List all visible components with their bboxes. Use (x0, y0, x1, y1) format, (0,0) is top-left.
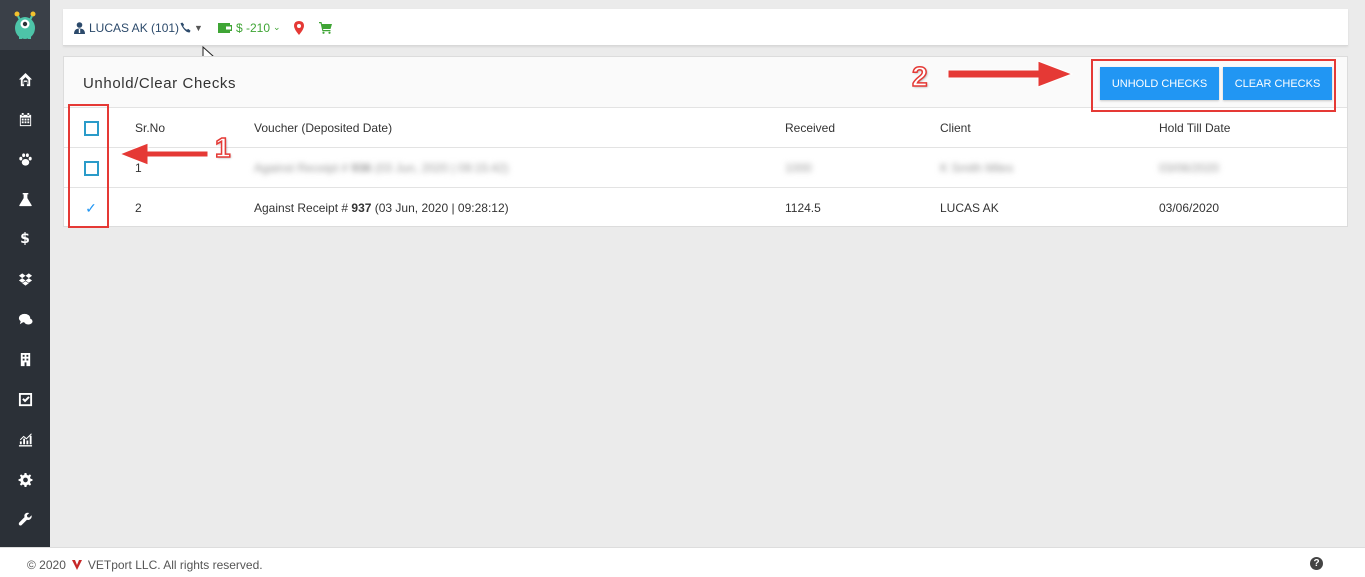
sidebar-item-calendar[interactable] (0, 99, 50, 139)
chart-icon (18, 432, 32, 447)
sidebar-item-inventory[interactable] (0, 259, 50, 299)
row-voucher: Against Receipt # 937 (03 Jun, 2020 | 09… (254, 188, 509, 228)
paw-icon (18, 152, 32, 166)
sidebar-item-tasks[interactable] (0, 379, 50, 419)
column-header-client: Client (940, 121, 971, 135)
checkbox-icon (18, 392, 32, 406)
sidebar-item-reports[interactable] (0, 419, 50, 459)
column-header-voucher: Voucher (Deposited Date) (254, 121, 393, 135)
home-icon (18, 72, 32, 86)
row-received: 1124.5 (785, 201, 821, 215)
buttons-highlight-box: UNHOLD CHECKS CLEAR CHECKS (1091, 59, 1336, 112)
vetport-logo-icon (71, 560, 82, 570)
flask-icon (18, 192, 32, 206)
current-user-menu[interactable]: LUCAS AK (101) (74, 9, 179, 46)
cart-icon (319, 21, 332, 34)
voucher-prefix: Against Receipt # (254, 201, 352, 215)
row-hold-till-date: 03/06/2020 (1159, 201, 1220, 215)
sidebar-item-messages[interactable] (0, 299, 50, 339)
chat-icon (18, 313, 33, 324)
sidebar-item-settings[interactable] (0, 459, 50, 499)
voucher-date: (03 Jun, 2020 | 09:15:42) (371, 161, 509, 175)
wallet-balance-menu[interactable]: $ -210 ⌄ (218, 9, 281, 46)
wallet-balance-label: $ -210 (236, 20, 271, 35)
copyright-year: © 2020 (27, 558, 66, 572)
clear-checks-button[interactable]: CLEAR CHECKS (1223, 67, 1332, 100)
cart-button[interactable] (319, 9, 332, 46)
annotation-step-2: 2 (911, 60, 928, 93)
user-icon (74, 21, 85, 34)
sidebar-item-patients[interactable] (0, 139, 50, 179)
chevron-down-icon: ⌄ (273, 22, 281, 32)
chevron-down-icon: ▼ (194, 22, 203, 33)
annotation-step-1: 1 (214, 131, 231, 164)
copyright: © 2020 VETport LLC. All rights reserved. (27, 558, 263, 572)
unhold-checks-button[interactable]: UNHOLD CHECKS (1100, 67, 1219, 100)
phone-icon (180, 22, 191, 33)
row-voucher: Against Receipt # 936 (03 Jun, 2020 | 09… (254, 148, 509, 188)
dollar-icon: $ (20, 231, 30, 247)
checkbox-column-highlight-box (68, 104, 109, 228)
row-received: 1000 (785, 161, 812, 175)
table-row: 1 Against Receipt # 936 (03 Jun, 2020 | … (64, 148, 1347, 188)
sidebar-item-tools[interactable] (0, 499, 50, 539)
dropbox-icon (18, 272, 32, 286)
voucher-number: 937 (351, 201, 372, 215)
sidebar-item-clinic[interactable] (0, 339, 50, 379)
column-header-received: Received (785, 121, 836, 135)
help-icon[interactable]: ? (1310, 557, 1323, 570)
map-pin-icon (294, 20, 304, 35)
row-client: K Smith Miles (940, 161, 1014, 175)
phone-menu[interactable]: ▼ (180, 9, 203, 46)
calendar-icon (19, 112, 31, 126)
building-icon (20, 352, 30, 366)
sidebar-item-lab[interactable] (0, 179, 50, 219)
sidebar-item-home[interactable] (0, 59, 50, 99)
top-bar: LUCAS AK (101) ▼ $ -210 ⌄ (63, 9, 1348, 46)
sidebar-item-billing[interactable]: $ (0, 219, 50, 259)
annotation-arrow-right-icon (947, 60, 1074, 88)
table-row: ✓ 2 Against Receipt # 937 (03 Jun, 2020 … (64, 188, 1347, 228)
column-header-hold-till-date: Hold Till Date (1159, 121, 1231, 135)
monster-logo-icon (14, 11, 36, 39)
wallet-icon (218, 23, 232, 33)
copyright-owner: VETport LLC. All rights reserved. (87, 558, 263, 572)
location-button[interactable] (294, 9, 304, 46)
annotation-arrow-left-icon (118, 142, 209, 166)
voucher-number: 936 (351, 161, 372, 175)
sidebar: $ (0, 0, 50, 547)
wrench-icon (18, 512, 32, 526)
row-sr: 2 (135, 201, 142, 215)
app-logo[interactable] (0, 0, 50, 50)
voucher-date: (03 Jun, 2020 | 09:28:12) (371, 201, 509, 215)
voucher-prefix: Against Receipt # (254, 161, 352, 175)
page-title: Unhold/Clear Checks (83, 75, 237, 92)
current-user-label: LUCAS AK (101) (89, 20, 180, 35)
row-hold-till-date: 03/06/2020 (1159, 161, 1220, 175)
unhold-clear-checks-panel: Unhold/Clear Checks UNHOLD CHECKS CLEAR … (63, 56, 1348, 227)
footer: © 2020 VETport LLC. All rights reserved.… (0, 547, 1365, 577)
gear-icon (18, 472, 32, 487)
panel-header: Unhold/Clear Checks UNHOLD CHECKS CLEAR … (64, 57, 1347, 112)
row-client: LUCAS AK (940, 201, 999, 215)
table-header-row: Sr.No Voucher (Deposited Date) Received … (64, 108, 1347, 148)
